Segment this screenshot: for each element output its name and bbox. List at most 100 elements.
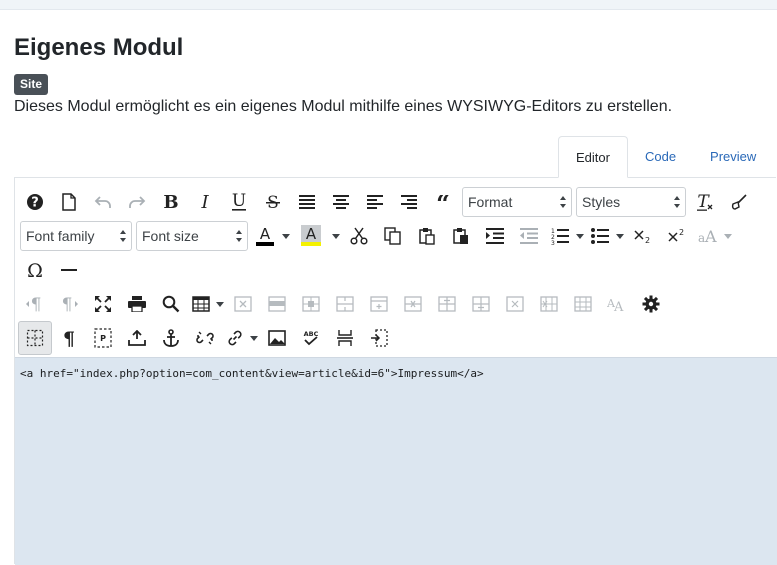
font-case-icon[interactable]: aA [694,219,722,253]
strikethrough-icon[interactable]: S [256,185,290,219]
page-embed-icon[interactable] [362,321,396,355]
underline-icon[interactable]: U [222,185,256,219]
new-document-icon[interactable] [52,185,86,219]
table-icon[interactable] [188,287,214,321]
insert-row-before-icon[interactable] [430,287,464,321]
svg-text:2: 2 [679,228,684,237]
settings-icon[interactable] [634,287,668,321]
ltr-icon[interactable]: ¶ [18,287,52,321]
image-icon[interactable] [260,321,294,355]
horizontal-rule-icon[interactable] [52,253,86,287]
fullscreen-icon[interactable] [86,287,120,321]
link-dropdown[interactable] [248,321,260,355]
align-left-icon[interactable] [358,185,392,219]
cell-props-icon[interactable] [294,287,328,321]
top-strip [0,0,777,10]
print-icon[interactable] [120,287,154,321]
align-right-icon[interactable] [392,185,426,219]
paste-special-icon[interactable] [444,219,478,253]
delete-column-icon[interactable] [498,287,532,321]
row-props-icon[interactable] [260,287,294,321]
italic-icon[interactable]: I [188,185,222,219]
insert-row-icon[interactable] [328,321,362,355]
toolbar-row-4: ¶ ¶ AA [18,287,668,321]
table-delete-icon[interactable] [226,287,260,321]
numbered-list-dropdown[interactable] [574,219,586,253]
redo-icon[interactable] [120,185,154,219]
paste-icon[interactable] [410,219,444,253]
svg-text:A: A [306,225,317,243]
delete-row-icon[interactable] [396,287,430,321]
font-size-select[interactable]: Font size [136,221,248,251]
undo-icon[interactable] [86,185,120,219]
svg-text:A: A [704,228,717,244]
tab-preview[interactable]: Preview [693,136,773,178]
cut-icon[interactable] [342,219,376,253]
table-dropdown[interactable] [214,287,226,321]
svg-text:3: 3 [551,240,555,245]
page-title: Eigenes Modul [14,34,184,61]
text-color-icon[interactable]: A [250,219,280,253]
format-select[interactable]: Format [462,187,572,217]
spellcheck-font-icon[interactable]: AA [600,287,634,321]
spellcheck-icon[interactable]: ABC [294,321,328,355]
toolbar-row-3: Ω [18,253,86,287]
merge-cells-icon[interactable] [328,287,362,321]
svg-text:I: I [200,193,209,211]
blockquote-icon[interactable]: “ [426,185,460,219]
toolbar-row-5: ¶ P ABC [18,321,396,355]
search-replace-icon[interactable] [154,287,188,321]
svg-text:¶: ¶ [31,295,42,313]
editor-content-area[interactable]: <a href="index.php?option=com_content&vi… [15,357,777,565]
unlink-icon[interactable] [188,321,222,355]
insert-column-before-icon[interactable] [532,287,566,321]
tab-editor[interactable]: Editor [558,136,628,178]
link-icon[interactable] [222,321,248,355]
outdent-icon[interactable] [512,219,546,253]
svg-text:A: A [613,300,624,312]
special-character-icon[interactable]: Ω [18,253,52,287]
insert-column-after-icon[interactable] [566,287,600,321]
editor-content-text: <a href="index.php?option=com_content&vi… [20,367,484,380]
svg-text:P: P [100,334,106,343]
toolbar-row-2: Font family Font size A A 123 2 2 aA [18,219,734,253]
align-center-icon[interactable] [324,185,358,219]
tab-code[interactable]: Code [628,136,693,178]
styles-select[interactable]: Styles [576,187,686,217]
bold-icon[interactable]: B [154,185,188,219]
page-description: Dieses Modul ermöglicht es ein eigenes M… [14,98,673,115]
insert-row-after-icon[interactable] [464,287,498,321]
subscript-icon[interactable]: 2 [626,219,660,253]
paste-as-text-icon[interactable] [722,185,756,219]
highlight-color-dropdown[interactable] [330,219,342,253]
highlight-color-icon[interactable]: A [292,219,330,253]
bullet-list-icon[interactable] [586,219,614,253]
svg-text:¶: ¶ [62,295,73,313]
svg-text:2: 2 [645,236,650,244]
copy-icon[interactable] [376,219,410,253]
numbered-list-icon[interactable]: 123 [546,219,574,253]
indent-icon[interactable] [478,219,512,253]
svg-text:U: U [232,192,246,211]
text-color-dropdown[interactable] [280,219,292,253]
superscript-icon[interactable]: 2 [660,219,694,253]
split-cell-icon[interactable] [362,287,396,321]
page-break-icon[interactable]: P [86,321,120,355]
upload-icon[interactable] [120,321,154,355]
help-icon[interactable]: ? [18,185,52,219]
svg-text:B: B [163,193,178,211]
anchor-icon[interactable] [154,321,188,355]
font-family-select[interactable]: Font family [20,221,132,251]
clear-formatting-icon[interactable]: T [688,185,722,219]
align-justify-icon[interactable] [290,185,324,219]
editor-tabs: Editor Code Preview [558,136,773,178]
bullet-list-dropdown[interactable] [614,219,626,253]
rtl-icon[interactable]: ¶ [52,287,86,321]
wysiwyg-editor: ? B I U S “ Format Styles T Font family … [14,177,777,565]
editor-toolbar: ? B I U S “ Format Styles T Font family … [15,178,777,357]
paragraph-marks-icon[interactable]: ¶ [52,321,86,355]
svg-text:¶: ¶ [63,329,75,347]
site-badge: Site [14,74,49,95]
font-case-dropdown[interactable] [722,219,734,253]
visual-blocks-icon[interactable] [18,321,52,355]
